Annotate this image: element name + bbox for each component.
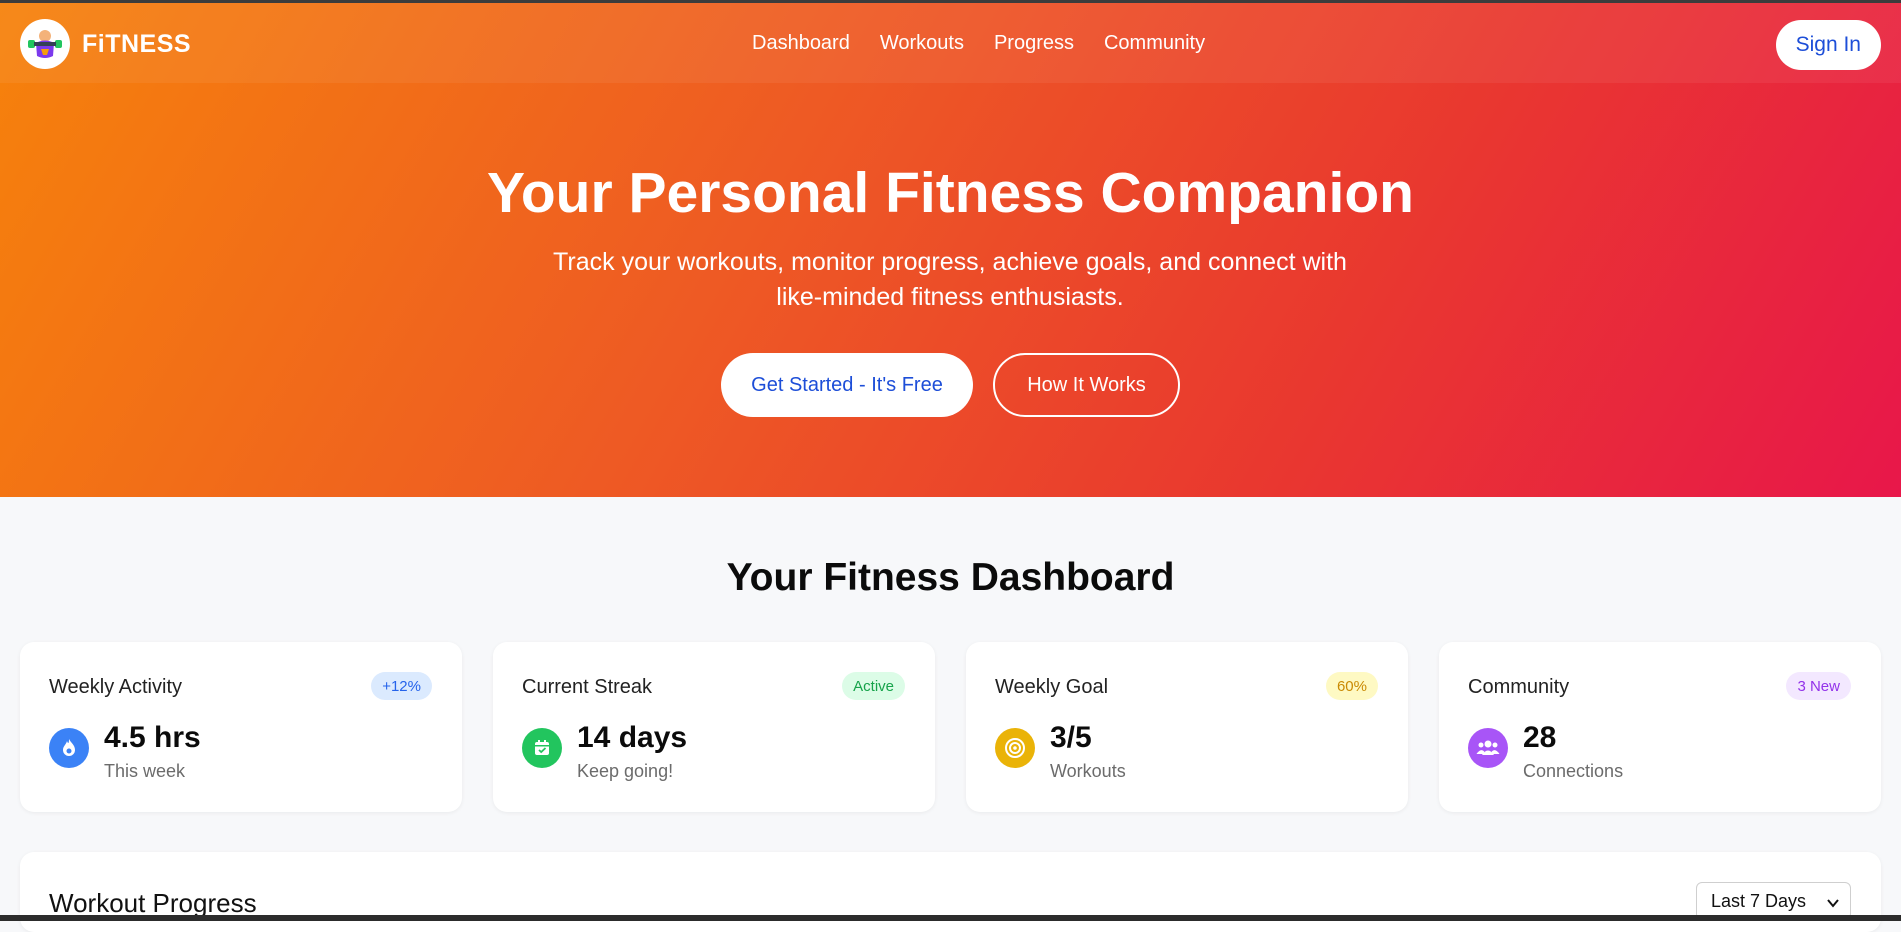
card-value: 3/5 [1050, 721, 1092, 754]
card-subtext: Workouts [1050, 761, 1126, 781]
how-it-works-button[interactable]: How It Works [993, 353, 1180, 417]
hero-section: FiTNESS Dashboard Workouts Progress Comm… [0, 0, 1901, 497]
window-top-border [0, 0, 1901, 3]
brand-name: FiTNESS [82, 29, 192, 58]
target-icon [995, 728, 1035, 768]
hero-subtitle: Track your workouts, monitor progress, a… [553, 248, 1347, 311]
nav-community[interactable]: Community [1104, 32, 1205, 55]
weekly-goal-card: Weekly Goal 60% 3/5 Workouts [966, 642, 1408, 812]
card-label: Weekly Goal [995, 676, 1109, 698]
card-subtext: Connections [1523, 761, 1624, 781]
users-icon [1468, 728, 1508, 768]
nav-links: Dashboard Workouts Progress Community [752, 32, 1205, 55]
card-value: 4.5 hrs [104, 721, 201, 754]
chevron-down-icon [1826, 894, 1840, 915]
status-badge: +12% [371, 672, 432, 700]
dashboard-title: Your Fitness Dashboard [726, 556, 1175, 599]
logo[interactable]: FiTNESS [20, 19, 191, 69]
sign-in-button[interactable]: Sign In [1775, 20, 1881, 70]
calendar-check-icon [522, 728, 562, 768]
dumbbell-icon [20, 19, 70, 69]
card-label: Community [1468, 676, 1570, 698]
flame-icon [49, 728, 89, 768]
date-range-value: Last 7 Days [1711, 890, 1807, 911]
card-value: 28 [1523, 721, 1557, 754]
navbar: FiTNESS Dashboard Workouts Progress Comm… [0, 3, 1901, 83]
nav-progress[interactable]: Progress [994, 32, 1074, 55]
card-subtext: This week [104, 761, 186, 781]
hero-title: Your Personal Fitness Companion [487, 161, 1414, 225]
card-label: Current Streak [522, 676, 653, 698]
community-card: Community 3 New 28 Connections [1439, 642, 1881, 812]
card-label: Weekly Activity [49, 676, 182, 698]
nav-workouts[interactable]: Workouts [880, 32, 964, 55]
card-subtext: Keep going! [577, 761, 674, 781]
status-badge: 3 New [1786, 672, 1851, 700]
get-started-button[interactable]: Get Started - It's Free [721, 353, 973, 417]
status-badge: Active [842, 672, 905, 700]
current-streak-card: Current Streak Active 14 days Keep going… [493, 642, 935, 812]
nav-dashboard[interactable]: Dashboard [752, 32, 850, 55]
weekly-activity-card: Weekly Activity +12% 4.5 hrs This week [20, 642, 462, 812]
window-bottom-border [0, 915, 1901, 921]
status-badge: 60% [1325, 672, 1378, 700]
card-value: 14 days [577, 721, 688, 754]
